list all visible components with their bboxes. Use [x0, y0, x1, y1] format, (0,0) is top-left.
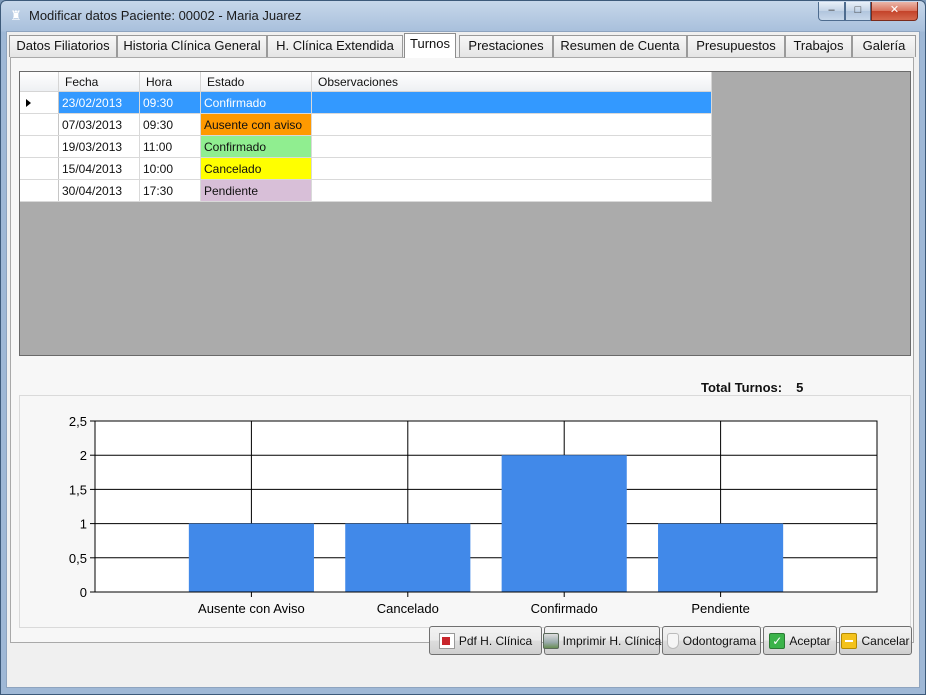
appointments-table: Fecha Hora Estado Observaciones 23/02/20…: [20, 72, 712, 202]
client-area: Datos Filiatorios Historia Clínica Gener…: [6, 31, 920, 688]
aceptar-button-label: Aceptar: [789, 633, 831, 648]
tab-strip: Datos Filiatorios Historia Clínica Gener…: [7, 32, 919, 58]
tab-resumen-de-cuenta[interactable]: Resumen de Cuenta: [553, 35, 687, 57]
cell-fecha[interactable]: 23/02/2013: [58, 91, 140, 114]
cell-fecha[interactable]: 15/04/2013: [58, 157, 140, 180]
table-row[interactable]: 23/02/2013 09:30 Confirmado: [20, 91, 712, 114]
row-header[interactable]: [20, 157, 59, 180]
cell-estado[interactable]: Pendiente: [200, 179, 312, 202]
column-header-hora[interactable]: Hora: [139, 72, 201, 92]
cell-hora[interactable]: 09:30: [139, 91, 201, 114]
odontograma-button[interactable]: Odontograma: [662, 626, 761, 655]
row-header[interactable]: [20, 135, 59, 158]
x-tick-label: Pendiente: [691, 601, 750, 616]
tab-h-clinica-extendida[interactable]: H. Clínica Extendida: [267, 35, 403, 57]
cell-hora[interactable]: 10:00: [139, 157, 201, 180]
tab-trabajos[interactable]: Trabajos: [785, 35, 852, 57]
window-title: Modificar datos Paciente: 00002 - Maria …: [29, 8, 302, 23]
cancelar-button[interactable]: Cancelar: [839, 626, 912, 655]
column-header-observaciones[interactable]: Observaciones: [311, 72, 712, 92]
y-tick-label: 0,5: [69, 551, 87, 566]
bar-pendiente: [658, 523, 784, 592]
cell-observaciones[interactable]: [311, 91, 712, 114]
cell-estado[interactable]: Confirmado: [200, 135, 312, 158]
bar-confirmado: [501, 455, 627, 592]
tooth-app-icon: ♜: [10, 8, 22, 23]
cell-fecha[interactable]: 07/03/2013: [58, 113, 140, 136]
table-row[interactable]: 19/03/2013 11:00 Confirmado: [20, 135, 712, 158]
maximize-button[interactable]: □: [845, 2, 871, 21]
cancelar-button-label: Cancelar: [861, 633, 910, 648]
current-row-arrow-icon: [26, 98, 31, 107]
tab-presupuestos[interactable]: Presupuestos: [687, 35, 785, 57]
y-tick-label: 0: [80, 585, 87, 600]
tab-historia-clinica-general[interactable]: Historia Clínica General: [117, 35, 267, 57]
total-turnos: Total Turnos: 5: [701, 380, 803, 395]
cell-estado[interactable]: Confirmado: [200, 91, 312, 114]
minimize-button[interactable]: –: [818, 2, 845, 21]
appointments-grid[interactable]: Fecha Hora Estado Observaciones 23/02/20…: [19, 71, 911, 356]
cell-fecha[interactable]: 19/03/2013: [58, 135, 140, 158]
cell-hora[interactable]: 11:00: [139, 135, 201, 158]
bar-ausente-con-aviso: [188, 523, 314, 592]
pdf-icon: [438, 632, 455, 649]
x-tick-label: Cancelado: [377, 601, 439, 616]
y-tick-label: 2,5: [69, 414, 87, 429]
y-tick-label: 1: [80, 517, 87, 532]
tooth-icon: [666, 632, 679, 649]
pdf-button-label: Pdf H. Clínica: [458, 633, 533, 648]
row-header[interactable]: [20, 179, 59, 202]
odontograma-button-label: Odontograma: [682, 633, 757, 648]
row-header-corner: [20, 72, 59, 92]
appointments-chart: 0 0,5 1 1,5 2 2,5 Ausente con Aviso Cancelado Co…: [19, 395, 911, 628]
y-tick-label: 2: [80, 448, 87, 463]
cell-fecha[interactable]: 30/04/2013: [58, 179, 140, 202]
total-turnos-value: 5: [796, 380, 804, 395]
turnos-tab-page: Fecha Hora Estado Observaciones 23/02/20…: [10, 57, 914, 643]
table-row[interactable]: 15/04/2013 10:00 Cancelado: [20, 157, 712, 180]
cell-observaciones[interactable]: [311, 157, 712, 180]
tab-galeria[interactable]: Galería: [852, 35, 916, 57]
cell-hora[interactable]: 17:30: [139, 179, 201, 202]
cell-observaciones[interactable]: [311, 179, 712, 202]
y-tick-label: 1,5: [69, 482, 87, 497]
print-button-label: Imprimir H. Clínica: [562, 633, 662, 648]
cell-observaciones[interactable]: [311, 135, 712, 158]
grid-header-row: Fecha Hora Estado Observaciones: [20, 72, 712, 92]
tab-turnos[interactable]: Turnos: [404, 33, 456, 58]
table-row[interactable]: 07/03/2013 09:30 Ausente con aviso: [20, 113, 712, 136]
cancel-icon: [841, 632, 858, 649]
cell-estado[interactable]: Ausente con aviso: [200, 113, 312, 136]
check-icon: ✓: [769, 632, 786, 649]
column-header-fecha[interactable]: Fecha: [58, 72, 140, 92]
close-button[interactable]: ✕: [871, 2, 918, 21]
row-header-current[interactable]: [20, 91, 59, 114]
chart-svg: 0 0,5 1 1,5 2 2,5 Ausente con Aviso Cancelado Co…: [69, 414, 878, 616]
title-bar[interactable]: ♜ Modificar datos Paciente: 00002 - Mari…: [1, 1, 925, 31]
printer-icon: [542, 632, 559, 649]
imprimir-historia-clinica-button[interactable]: Imprimir H. Clínica: [542, 626, 662, 655]
x-tick-label: Ausente con Aviso: [198, 601, 305, 616]
tab-datos-filiatorios[interactable]: Datos Filiatorios: [9, 35, 117, 57]
cell-hora[interactable]: 09:30: [139, 113, 201, 136]
x-tick-label: Confirmado: [531, 601, 598, 616]
total-turnos-label: Total Turnos:: [701, 380, 783, 395]
column-header-estado[interactable]: Estado: [200, 72, 312, 92]
pdf-historia-clinica-button[interactable]: Pdf H. Clínica: [429, 626, 542, 655]
row-header[interactable]: [20, 113, 59, 136]
aceptar-button[interactable]: ✓ Aceptar: [763, 626, 837, 655]
patient-window: ♜ Modificar datos Paciente: 00002 - Mari…: [0, 0, 926, 695]
table-row[interactable]: 30/04/2013 17:30 Pendiente: [20, 179, 712, 202]
cell-estado[interactable]: Cancelado: [200, 157, 312, 180]
bar-cancelado: [345, 523, 471, 592]
cell-observaciones[interactable]: [311, 113, 712, 136]
tab-prestaciones[interactable]: Prestaciones: [459, 35, 553, 57]
